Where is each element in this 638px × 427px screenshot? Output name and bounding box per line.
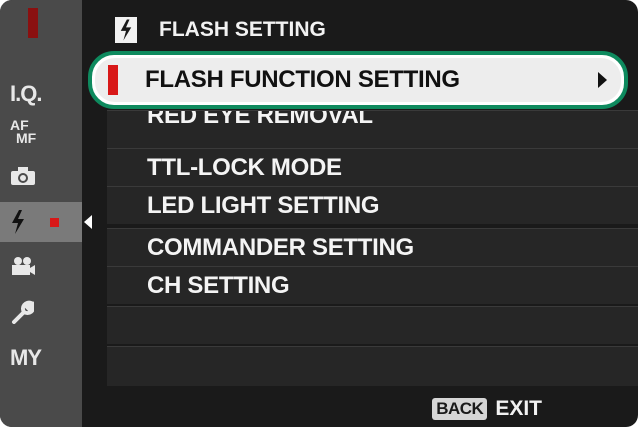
selection-indicator-bar	[108, 65, 118, 95]
wrench-icon	[12, 300, 34, 324]
camera-menu-screen: I.Q. AF MF MY FLASH SETTING RED EYE REMO…	[0, 0, 638, 427]
active-category-pointer	[84, 215, 92, 229]
footer-hint: BACK EXIT	[432, 395, 542, 423]
menu-item-empty	[107, 306, 638, 344]
menu-item-ch-setting[interactable]: CH SETTING	[107, 266, 638, 304]
mf-label: MF	[16, 130, 37, 146]
menu-item-led-light-setting[interactable]: LED LIGHT SETTING	[107, 186, 638, 224]
active-indicator-dot	[50, 218, 59, 227]
chevron-right-icon	[598, 72, 607, 88]
sidebar-item-my-label: MY	[10, 345, 42, 370]
menu-item-red-eye-removal[interactable]: RED EYE REMOVAL	[107, 110, 638, 148]
sidebar-item-af-mf[interactable]: AF MF	[0, 112, 82, 152]
sidebar-item-iq-label: I.Q.	[10, 81, 42, 106]
menu-item-empty	[107, 346, 638, 386]
back-button[interactable]: BACK	[432, 398, 488, 420]
menu-item-label: RED EYE REMOVAL	[147, 110, 373, 129]
menu-item-ttl-lock-mode[interactable]: TTL-LOCK MODE	[107, 148, 638, 186]
selected-menu-item[interactable]: FLASH FUNCTION SETTING	[95, 58, 621, 102]
sidebar-item-shooting[interactable]	[0, 156, 82, 196]
sidebar-top-marker	[28, 8, 38, 38]
menu-item-commander-setting[interactable]: COMMANDER SETTING	[107, 228, 638, 266]
menu-header: FLASH SETTING	[107, 14, 638, 46]
page-title: FLASH SETTING	[159, 18, 326, 41]
sidebar-item-flash[interactable]	[0, 202, 82, 242]
sidebar-item-my-menu[interactable]: MY	[0, 338, 82, 378]
flash-icon	[115, 17, 137, 43]
sidebar-item-movie[interactable]	[0, 246, 82, 286]
menu-item-label: TTL-LOCK MODE	[147, 153, 342, 181]
flash-icon	[12, 210, 24, 234]
menu-item-label: COMMANDER SETTING	[147, 233, 414, 261]
menu-item-flash-function-setting: FLASH FUNCTION SETTING	[145, 66, 460, 93]
camera-icon	[11, 167, 35, 185]
movie-icon	[12, 257, 35, 275]
menu-category-sidebar: I.Q. AF MF MY	[0, 0, 82, 427]
menu-item-label: CH SETTING	[147, 271, 290, 299]
selected-menu-item-highlight[interactable]: FLASH FUNCTION SETTING	[88, 51, 628, 109]
menu-item-label: LED LIGHT SETTING	[147, 191, 380, 219]
exit-label: EXIT	[495, 397, 542, 420]
sidebar-item-iq[interactable]: I.Q.	[0, 74, 82, 114]
sidebar-item-setup[interactable]	[0, 292, 82, 332]
